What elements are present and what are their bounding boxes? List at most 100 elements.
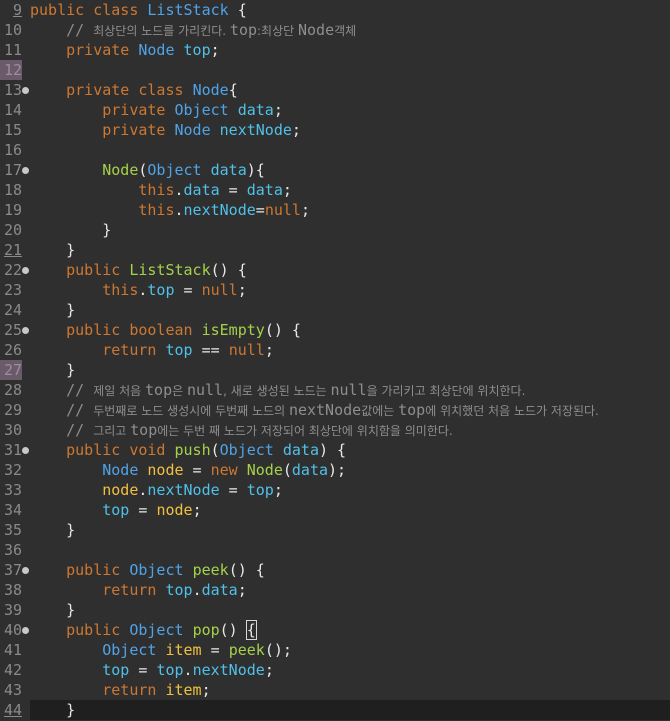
- code-token: new: [210, 461, 238, 479]
- fold-toggle-icon[interactable]: [22, 267, 29, 274]
- line-number[interactable]: 33: [0, 480, 22, 500]
- code-line[interactable]: private class Node{: [30, 80, 238, 100]
- line-number[interactable]: 11: [0, 40, 22, 60]
- line-number[interactable]: 35: [0, 520, 22, 540]
- line-number[interactable]: 26: [0, 340, 22, 360]
- line-number[interactable]: 21: [0, 240, 22, 260]
- code-token: data: [210, 161, 247, 179]
- code-line[interactable]: public class ListStack {: [30, 0, 247, 20]
- code-token: this: [138, 201, 175, 219]
- line-number[interactable]: 19: [0, 200, 22, 220]
- line-number[interactable]: 23: [0, 280, 22, 300]
- line-number[interactable]: 36: [0, 540, 22, 560]
- code-line[interactable]: return item;: [30, 680, 210, 700]
- code-token: }: [30, 241, 76, 259]
- line-number[interactable]: 24: [0, 300, 22, 320]
- code-line[interactable]: // 두번째로 노드 생성시에 두번째 노드의 nextNode값에는 top에…: [30, 400, 599, 420]
- code-line[interactable]: return top.data;: [30, 580, 247, 600]
- code-line[interactable]: public Object pop() {: [30, 620, 257, 640]
- code-line[interactable]: public void push(Object data) {: [30, 440, 346, 460]
- code-token: public: [30, 1, 85, 19]
- code-line[interactable]: this.data = data;: [30, 180, 292, 200]
- line-number[interactable]: 42: [0, 660, 22, 680]
- line-number[interactable]: 32: [0, 460, 22, 480]
- code-line[interactable]: }: [30, 600, 75, 620]
- line-number[interactable]: 28: [0, 380, 22, 400]
- code-line[interactable]: public Object peek() {: [30, 560, 265, 580]
- line-number[interactable]: 34: [0, 500, 22, 520]
- line-number[interactable]: 20: [0, 220, 22, 240]
- line-number[interactable]: 27: [0, 360, 22, 380]
- code-line[interactable]: }: [30, 240, 75, 260]
- code-token: () {: [264, 321, 301, 339]
- line-number[interactable]: 14: [0, 100, 22, 120]
- code-line[interactable]: }: [30, 220, 111, 240]
- line-number[interactable]: 43: [0, 680, 22, 700]
- fold-toggle-icon[interactable]: [22, 167, 29, 174]
- line-number[interactable]: 17: [0, 160, 22, 180]
- code-token: top: [229, 21, 258, 39]
- code-editor[interactable]: 9 10 11 12 13 14 15 16 17 18 19 20 21 22 23 24 25 26 27 28 2…: [0, 0, 670, 721]
- fold-toggle-icon[interactable]: [22, 87, 29, 94]
- line-number[interactable]: 40: [0, 620, 22, 640]
- code-line[interactable]: private Node top;: [30, 40, 220, 60]
- line-number[interactable]: 18: [0, 180, 22, 200]
- code-area[interactable]: public class ListStack { // 최상단의 노드를 가리킨…: [30, 0, 670, 721]
- line-number[interactable]: 25: [0, 320, 22, 340]
- fold-toggle-icon[interactable]: [22, 327, 29, 334]
- code-token: top: [102, 661, 130, 679]
- code-line[interactable]: // 그리고 top에는 두번 째 노드가 저장되어 최상단에 위치함을 의미한…: [30, 420, 453, 440]
- line-number-gutter[interactable]: 9 10 11 12 13 14 15 16 17 18 19 20 21 22 23 24 25 26 27 28 2…: [0, 0, 30, 721]
- fold-toggle-icon[interactable]: [22, 567, 29, 574]
- line-number[interactable]: 16: [0, 140, 22, 160]
- line-number[interactable]: 22: [0, 260, 22, 280]
- line-number[interactable]: 13: [0, 80, 22, 100]
- line-number[interactable]: 9: [0, 0, 22, 20]
- fold-toggle-icon[interactable]: [22, 627, 29, 634]
- line-number[interactable]: 37: [0, 560, 22, 580]
- line-number[interactable]: 29: [0, 400, 22, 420]
- code-line[interactable]: return top == null;: [30, 340, 274, 360]
- line-number[interactable]: 31: [0, 440, 22, 460]
- code-line[interactable]: // 제일 처음 top은 null, 새로 생성된 노드는 null을 가리키…: [30, 380, 525, 400]
- code-line[interactable]: }: [30, 520, 75, 540]
- code-token: =: [255, 201, 265, 219]
- code-token: public: [66, 261, 121, 279]
- code-line[interactable]: private Object data;: [30, 100, 283, 120]
- code-line[interactable]: public ListStack() {: [30, 260, 247, 280]
- code-token: public: [66, 561, 121, 579]
- code-line[interactable]: Node node = new Node(data);: [30, 460, 346, 480]
- line-number[interactable]: 15: [0, 120, 22, 140]
- code-line[interactable]: // 최상단의 노드를 가리킨다. top:최상단 Node객체: [30, 20, 356, 40]
- line-number[interactable]: 38: [0, 580, 22, 600]
- code-line[interactable]: top = node;: [30, 500, 201, 520]
- code-line[interactable]: }: [30, 300, 75, 320]
- line-number[interactable]: 41: [0, 640, 22, 660]
- line-number[interactable]: 44: [0, 700, 22, 720]
- line-number[interactable]: 39: [0, 600, 22, 620]
- code-line[interactable]: top = top.nextNode;: [30, 660, 274, 680]
- code-line[interactable]: Object item = peek();: [30, 640, 292, 660]
- line-number[interactable]: 30: [0, 420, 22, 440]
- code-line[interactable]: this.nextNode=null;: [30, 200, 310, 220]
- code-token: ;: [273, 481, 283, 499]
- code-token: 을 가리키고 최상단에 위치한다.: [366, 384, 526, 398]
- code-line[interactable]: public boolean isEmpty() {: [30, 320, 301, 340]
- line-number[interactable]: 12: [0, 60, 22, 80]
- code-line[interactable]: }: [30, 700, 75, 720]
- line-number[interactable]: 10: [0, 20, 22, 40]
- code-line[interactable]: node.nextNode = top;: [30, 480, 283, 500]
- code-token: top: [246, 481, 274, 499]
- code-line[interactable]: }: [30, 360, 75, 380]
- code-token: 에는 두번 째 노드가 저장되어 최상단에 위치함을 의미한다.: [157, 424, 453, 438]
- code-line[interactable]: Node(Object data){: [30, 160, 265, 180]
- code-token: class: [93, 1, 139, 19]
- code-token: Node: [298, 21, 335, 39]
- fold-toggle-icon[interactable]: [22, 447, 29, 454]
- code-line[interactable]: this.top = null;: [30, 280, 247, 300]
- code-line[interactable]: private Node nextNode;: [30, 120, 301, 140]
